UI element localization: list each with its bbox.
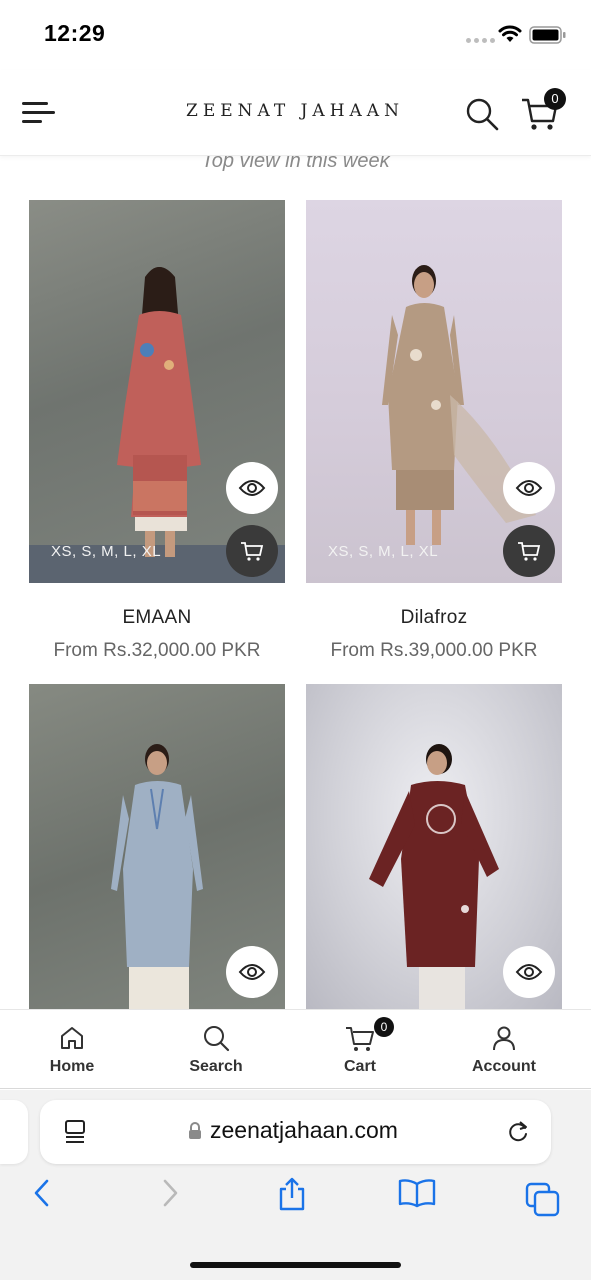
product-card[interactable]: XS, S, M, L, XL Dilafroz From Rs.39,000.… bbox=[306, 200, 562, 661]
nav-label: Cart bbox=[343, 1058, 376, 1075]
url-text: zeenatjahaan.com bbox=[210, 1117, 398, 1143]
eye-icon bbox=[515, 964, 543, 980]
menu-button[interactable] bbox=[22, 100, 58, 126]
previous-tab[interactable] bbox=[0, 1100, 28, 1164]
product-image[interactable]: XS, S, M, L, XL bbox=[306, 200, 562, 583]
model-figure bbox=[117, 267, 201, 557]
nav-label: Home bbox=[49, 1058, 95, 1075]
address-bar[interactable]: zeenatjahaan.com bbox=[40, 1100, 551, 1164]
quick-view-button[interactable] bbox=[503, 462, 555, 514]
product-card[interactable] bbox=[29, 684, 285, 1009]
eye-icon bbox=[238, 480, 266, 496]
nav-search[interactable]: Search bbox=[144, 1010, 288, 1088]
forward-icon[interactable] bbox=[160, 1178, 180, 1208]
site-header: ZEENAT JAHAAN 0 bbox=[0, 70, 591, 156]
nav-label: Search bbox=[189, 1058, 243, 1075]
page-menu-icon[interactable] bbox=[64, 1119, 88, 1145]
status-bar: 12:29 bbox=[0, 0, 591, 70]
menu-line bbox=[22, 102, 48, 105]
header-search-button[interactable] bbox=[464, 96, 500, 132]
nav-label: Account bbox=[472, 1058, 536, 1075]
product-name[interactable]: Dilafroz bbox=[306, 607, 562, 629]
product-price: From Rs.39,000.00 PKR bbox=[330, 640, 538, 661]
battery-icon bbox=[529, 26, 566, 44]
quick-view-button[interactable] bbox=[226, 462, 278, 514]
cart-icon bbox=[241, 542, 264, 561]
eye-icon bbox=[238, 964, 266, 980]
size-list: XS, S, M, L, XL bbox=[328, 543, 439, 560]
product-image[interactable] bbox=[306, 684, 562, 1009]
menu-line bbox=[22, 120, 42, 123]
browser-bar: zeenatjahaan.com bbox=[0, 1090, 591, 1280]
status-time: 12:29 bbox=[44, 20, 106, 46]
quick-view-button[interactable] bbox=[226, 946, 278, 998]
bookmarks-icon[interactable] bbox=[398, 1178, 436, 1208]
model-figure bbox=[369, 744, 499, 1009]
lock-icon bbox=[189, 1122, 201, 1139]
search-icon bbox=[466, 98, 499, 131]
product-card[interactable]: XS, S, M, L, XL EMAAN From Rs.32,000.00 … bbox=[29, 200, 285, 661]
model-figure bbox=[111, 744, 203, 1009]
product-price: From Rs.32,000.00 PKR bbox=[53, 640, 261, 661]
size-list: XS, S, M, L, XL bbox=[51, 543, 162, 560]
add-to-cart-button[interactable] bbox=[503, 525, 555, 577]
nav-cart-count: 0 bbox=[374, 1017, 394, 1037]
account-icon bbox=[493, 1026, 515, 1051]
nav-account[interactable]: Account bbox=[432, 1010, 576, 1088]
share-icon[interactable] bbox=[277, 1176, 307, 1212]
nav-home[interactable]: Home bbox=[0, 1010, 144, 1088]
header-cart-button[interactable]: 0 bbox=[520, 88, 566, 134]
brand-logo[interactable]: ZEENAT JAHAAN bbox=[150, 101, 440, 121]
menu-line bbox=[22, 111, 55, 114]
cart-icon bbox=[518, 542, 541, 561]
reload-icon[interactable] bbox=[506, 1119, 530, 1145]
home-indicator bbox=[190, 1262, 401, 1268]
cart-icon bbox=[346, 1027, 374, 1051]
signal-icon bbox=[466, 38, 495, 43]
home-icon bbox=[61, 1027, 83, 1049]
back-icon[interactable] bbox=[32, 1178, 52, 1208]
bottom-nav: Home Search Cart Account bbox=[0, 1009, 591, 1089]
quick-view-button[interactable] bbox=[503, 946, 555, 998]
nav-cart[interactable]: Cart bbox=[288, 1010, 432, 1088]
header-cart-count: 0 bbox=[544, 88, 566, 110]
product-image[interactable]: XS, S, M, L, XL bbox=[29, 200, 285, 583]
add-to-cart-button[interactable] bbox=[226, 525, 278, 577]
product-card[interactable] bbox=[306, 684, 562, 1009]
wifi-icon bbox=[498, 25, 522, 42]
search-icon bbox=[204, 1026, 230, 1052]
tabs-icon[interactable] bbox=[525, 1182, 561, 1218]
eye-icon bbox=[515, 480, 543, 496]
product-image[interactable] bbox=[29, 684, 285, 1009]
product-name[interactable]: EMAAN bbox=[29, 607, 285, 629]
